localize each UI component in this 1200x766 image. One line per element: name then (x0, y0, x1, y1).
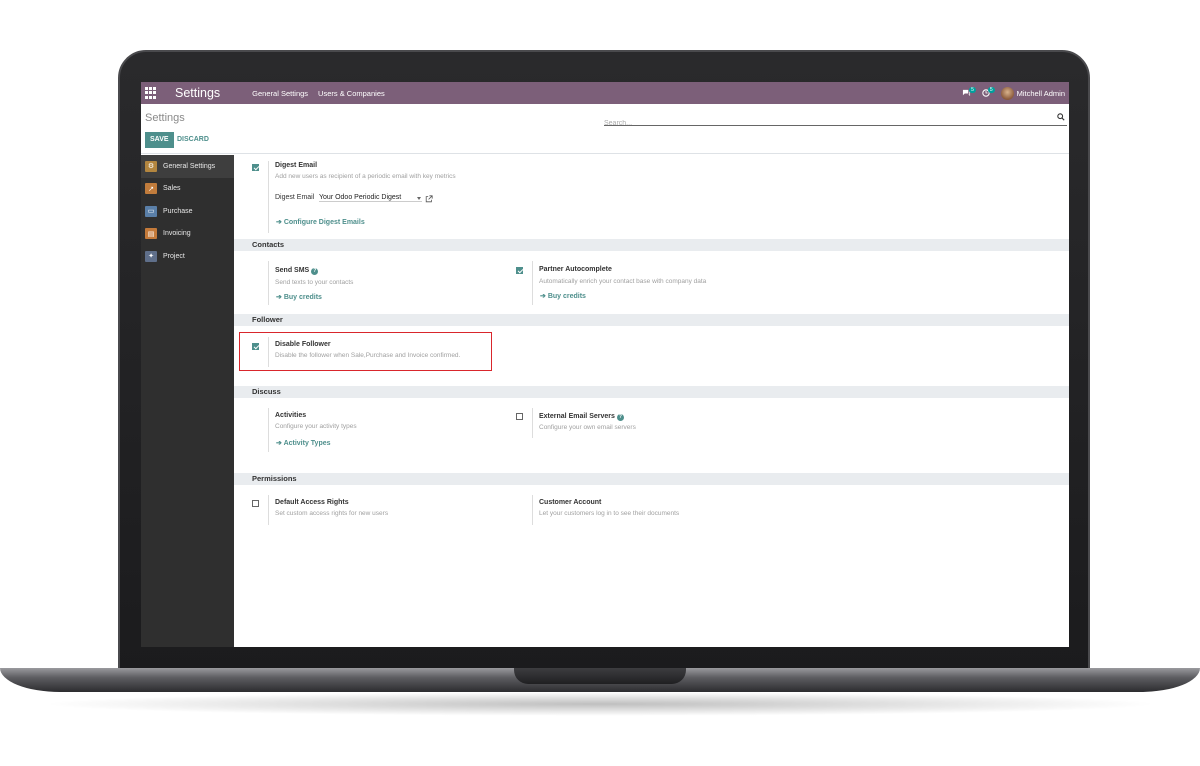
setting-divider (268, 495, 269, 525)
nav-systray: 5 5 Mitchell Admin (962, 82, 1065, 104)
partner-buy-credits-link[interactable]: ➔ Buy credits (540, 292, 586, 300)
activity-types-link[interactable]: ➔ Activity Types (276, 439, 331, 447)
external-email-servers-title: External Email Servers? (539, 413, 624, 421)
digest-email-checkbox[interactable] (252, 164, 259, 171)
digest-email-select[interactable]: Your Odoo Periodic Digest (319, 194, 422, 202)
partner-autocomplete-desc: Automatically enrich your contact base w… (539, 278, 707, 285)
search-icon[interactable] (1057, 113, 1065, 121)
laptop-shadow (40, 692, 1160, 716)
settings-sidebar: ⚙ General Settings ↗ Sales ▭ Purchase ▤ … (141, 155, 234, 647)
disable-follower-title: Disable Follower (275, 341, 331, 348)
chevron-down-icon (417, 197, 421, 200)
digest-email-desc: Add new users as recipient of a periodic… (275, 173, 456, 180)
invoicing-app-icon: ▤ (145, 228, 157, 240)
help-icon[interactable]: ? (311, 268, 319, 275)
messages-badge: 5 (969, 87, 976, 93)
section-follower-header: Follower (234, 314, 1069, 326)
laptop-notch (514, 668, 686, 684)
top-navbar: Settings General Settings Users & Compan… (141, 82, 1069, 104)
sidebar-item-general-settings[interactable]: ⚙ General Settings (141, 155, 234, 178)
activities-badge: 5 (987, 87, 995, 93)
external-email-servers-label: External Email Servers (539, 413, 615, 420)
section-discuss-header: Discuss (234, 386, 1069, 398)
activities-button[interactable]: 5 (982, 87, 995, 97)
app-brand[interactable]: Settings (175, 86, 220, 100)
setting-divider (268, 408, 269, 452)
customer-account-desc: Let your customers log in to see their d… (539, 510, 680, 517)
send-sms-title: Send SMS? (275, 267, 319, 275)
setting-divider (268, 261, 269, 305)
digest-email-value: Your Odoo Periodic Digest (319, 194, 402, 201)
sidebar-item-label: General Settings (163, 162, 216, 170)
configure-digest-label: Configure Digest Emails (283, 219, 365, 226)
customer-account-title: Customer Account (539, 499, 602, 506)
send-sms-label: Send SMS (275, 267, 310, 274)
help-icon[interactable]: ? (616, 414, 624, 421)
sidebar-item-label: Invoicing (163, 230, 191, 238)
setting-divider (532, 408, 533, 438)
activities-desc: Configure your activity types (275, 423, 357, 430)
settings-app-icon: ⚙ (145, 160, 157, 172)
project-app-icon: ✦ (145, 250, 157, 262)
sidebar-item-label: Project (163, 252, 185, 260)
configure-digest-link[interactable]: ➔ Configure Digest Emails (276, 218, 365, 226)
activity-types-label: Activity Types (283, 440, 331, 447)
partner-autocomplete-title: Partner Autocomplete (539, 266, 612, 273)
settings-content: Digest Email Add new users as recipient … (234, 155, 1069, 647)
control-panel: Settings SAVE DISCARD (141, 104, 1069, 154)
avatar (1000, 86, 1014, 100)
disable-follower-checkbox[interactable] (252, 343, 259, 350)
disable-follower-desc: Disable the follower when Sale,Purchase … (275, 352, 461, 359)
nav-users-companies[interactable]: Users & Companies (318, 89, 385, 98)
default-access-rights-title: Default Access Rights (275, 499, 349, 506)
activities-title: Activities (275, 412, 307, 419)
sidebar-item-project[interactable]: ✦ Project (141, 245, 234, 268)
search-box (604, 112, 1067, 127)
discard-button[interactable]: DISCARD (177, 132, 209, 148)
user-name: Mitchell Admin (1016, 88, 1065, 98)
external-link-icon[interactable] (425, 195, 433, 203)
buy-credits-label: Buy credits (547, 293, 586, 300)
user-menu[interactable]: Mitchell Admin (1000, 86, 1065, 100)
apps-menu-icon[interactable] (145, 87, 157, 99)
setting-divider (268, 161, 269, 233)
partner-autocomplete-checkbox[interactable] (516, 267, 523, 274)
default-access-rights-desc: Set custom access rights for new users (275, 510, 389, 517)
section-permissions-header: Permissions (234, 473, 1069, 485)
default-access-rights-checkbox[interactable] (252, 500, 259, 507)
save-button[interactable]: SAVE (145, 132, 174, 148)
nav-menu: General Settings Users & Companies (252, 89, 385, 98)
external-email-servers-checkbox[interactable] (516, 413, 523, 420)
purchase-app-icon: ▭ (145, 205, 157, 217)
page-title: Settings (145, 112, 185, 124)
send-sms-buy-credits-link[interactable]: ➔ Buy credits (276, 293, 322, 301)
sidebar-item-sales[interactable]: ↗ Sales (141, 178, 234, 201)
sales-app-icon: ↗ (145, 183, 157, 195)
sidebar-item-label: Sales (163, 185, 181, 193)
setting-divider (532, 495, 533, 525)
sidebar-item-invoicing[interactable]: ▤ Invoicing (141, 223, 234, 246)
send-sms-desc: Send texts to your contacts (275, 279, 354, 286)
external-email-servers-desc: Configure your own email servers (539, 424, 636, 431)
digest-email-field-label: Digest Email (275, 194, 315, 201)
search-input[interactable] (604, 120, 1044, 127)
setting-divider (268, 337, 269, 367)
setting-divider (532, 261, 533, 305)
messages-button[interactable]: 5 (962, 87, 976, 97)
sidebar-item-label: Purchase (163, 207, 193, 215)
digest-email-title: Digest Email (275, 162, 318, 169)
section-contacts-header: Contacts (234, 239, 1069, 251)
screen: Settings General Settings Users & Compan… (141, 82, 1069, 647)
buy-credits-label: Buy credits (283, 294, 322, 301)
sidebar-item-purchase[interactable]: ▭ Purchase (141, 200, 234, 223)
nav-general-settings[interactable]: General Settings (252, 89, 308, 98)
